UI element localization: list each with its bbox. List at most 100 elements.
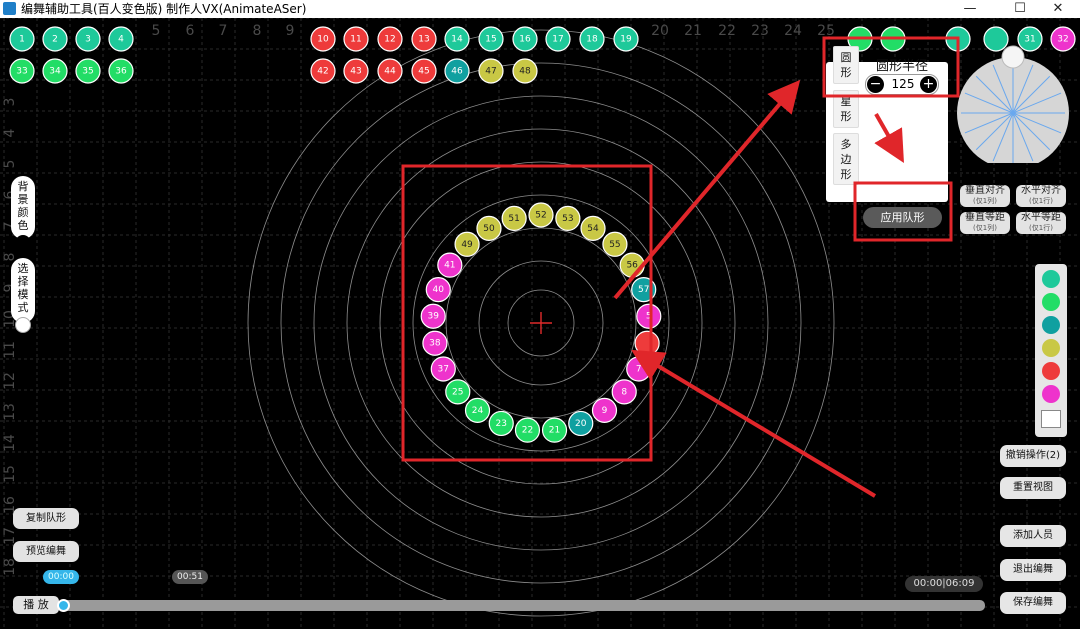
dancer-label: 14: [451, 35, 463, 45]
dancer: 9: [591, 397, 618, 423]
dancer-label: 32: [1057, 35, 1068, 45]
save-edit-button[interactable]: 保存编舞: [1000, 592, 1066, 614]
horizontal-spacing-button[interactable]: 水平等距 (仅1行): [1016, 212, 1066, 234]
vertical-spacing-label: 垂直等距: [965, 212, 1005, 223]
dancer-label: 45: [418, 67, 429, 77]
minimize-icon[interactable]: —: [948, 0, 992, 18]
dancer: 12: [377, 26, 403, 52]
dancer-label: 16: [519, 35, 531, 45]
dancer-label: 25: [452, 387, 463, 397]
grid-number-top: 6: [186, 23, 195, 39]
dancer: 33: [9, 58, 35, 84]
play-button[interactable]: 播 放: [13, 596, 59, 614]
dancer: 39: [420, 303, 446, 329]
rotation-compass[interactable]: [955, 45, 1071, 163]
color-swatch-red[interactable]: [1042, 362, 1060, 380]
dancer: 14: [444, 26, 470, 52]
dancer: 50: [476, 215, 502, 241]
timeline-marker-start[interactable]: 00:00: [43, 570, 79, 584]
timeline-track[interactable]: [61, 600, 985, 611]
exit-edit-button[interactable]: 退出编舞: [1000, 559, 1066, 581]
reset-view-button[interactable]: 重置视图: [1000, 477, 1066, 499]
tab-polygon[interactable]: 多 边 形: [833, 133, 859, 185]
close-icon[interactable]: ✕: [1036, 0, 1080, 18]
dancer: 40: [425, 277, 451, 303]
dancer: 54: [580, 215, 606, 241]
timeline-marker-keyframe[interactable]: 00:51: [172, 570, 208, 584]
dancer: 7: [626, 356, 652, 382]
dancer-label: 11: [350, 35, 361, 45]
radius-plus-button[interactable]: +: [920, 76, 937, 93]
grid-number-left: 11: [2, 341, 18, 359]
dancer-label: 50: [483, 224, 495, 234]
dancer-label: 17: [552, 35, 563, 45]
dancer-label: 53: [562, 214, 573, 224]
radius-stepper[interactable]: − 125 +: [865, 74, 939, 95]
grid-number-top: 5: [152, 23, 161, 39]
color-swatch-magenta[interactable]: [1042, 385, 1060, 403]
horizontal-spacing-hint: (仅1行): [1029, 224, 1053, 232]
radius-minus-button[interactable]: −: [867, 76, 884, 93]
grid-number-left: 4: [2, 128, 18, 137]
vertical-spacing-hint: (仅1列): [973, 224, 997, 232]
color-swatch-white[interactable]: [1041, 410, 1061, 428]
dancer-label: 22: [522, 426, 533, 436]
dancer: 34: [42, 58, 68, 84]
grid-number-left: 3: [2, 98, 18, 107]
color-swatch-cyan[interactable]: [1042, 316, 1060, 334]
dancer-label: 46: [451, 67, 463, 77]
dancer: 13: [411, 26, 437, 52]
grid-number-top: 21: [684, 23, 702, 39]
tab-circle[interactable]: 圆 形: [833, 46, 859, 84]
dancer-label: 48: [519, 67, 531, 77]
radius-value[interactable]: 125: [886, 77, 920, 91]
dancer: 38: [422, 330, 448, 356]
vertical-spacing-button[interactable]: 垂直等距 (仅1列): [960, 212, 1010, 234]
dancer-label: 1: [19, 35, 25, 45]
dancer-label: 43: [350, 67, 361, 77]
dancer-label: 52: [535, 211, 546, 221]
dancer-label: 41: [444, 261, 455, 271]
dancer-label: 18: [586, 35, 598, 45]
timeline-playhead[interactable]: [57, 599, 70, 612]
tab-star[interactable]: 星 形: [833, 90, 859, 128]
copy-formation-button[interactable]: 复制队形: [13, 508, 79, 529]
dancer: 57: [631, 277, 657, 303]
dancer: 42: [310, 58, 336, 84]
undo-button[interactable]: 撤销操作(2): [1000, 445, 1066, 467]
color-swatch-teal[interactable]: [1042, 270, 1060, 288]
background-color-label: 背 景 颜 色: [17, 180, 29, 232]
window-title: 编舞辅助工具(百人变色版) 制作人VX(AnimateASer): [21, 2, 307, 16]
dancer: 3: [75, 26, 101, 52]
select-mode-toggle[interactable]: 选 择 模 式: [11, 258, 35, 333]
grid-number-top: 24: [784, 23, 802, 39]
grid-number-left: 14: [2, 434, 18, 452]
dancer-label: 56: [626, 261, 638, 271]
dancer: 18: [579, 26, 605, 52]
color-swatch-yellow[interactable]: [1042, 339, 1060, 357]
dancer: 23: [488, 410, 514, 437]
color-swatch-green[interactable]: [1042, 293, 1060, 311]
preview-button[interactable]: 预览编舞: [13, 541, 79, 562]
dancer-dot: [634, 330, 660, 356]
dancer: 24: [464, 397, 491, 423]
vertical-align-button[interactable]: 垂直对齐 (仅1列): [960, 185, 1010, 207]
grid-number-left: 12: [2, 372, 18, 390]
dancer-label: 55: [609, 240, 620, 250]
dancer-label: 39: [427, 312, 439, 322]
dancer: 21: [541, 417, 568, 443]
stage-canvas[interactable]: 5 6 7 8 9 20 21 22 23 24 25 3 4 5 6 7 8 9 10 11 12 13 14 15 16 17…: [0, 18, 1080, 629]
dancer-label: 5: [646, 312, 652, 322]
background-color-toggle[interactable]: 背 景 颜 色: [11, 176, 35, 251]
horizontal-align-button[interactable]: 水平对齐 (仅1行): [1016, 185, 1066, 207]
add-person-button[interactable]: 添加人员: [1000, 525, 1066, 547]
dancer: 2: [42, 26, 68, 52]
dancer-label: 54: [587, 224, 599, 234]
grid-number-top: 20: [651, 23, 669, 39]
select-mode-label: 选 择 模 式: [17, 262, 29, 314]
grid-number-top: 9: [286, 23, 295, 39]
grid-number-top: 22: [718, 23, 736, 39]
radius-title: 圆形半径: [876, 59, 929, 74]
apply-formation-button[interactable]: 应用队形: [863, 207, 942, 228]
dancer: 56: [619, 252, 645, 278]
